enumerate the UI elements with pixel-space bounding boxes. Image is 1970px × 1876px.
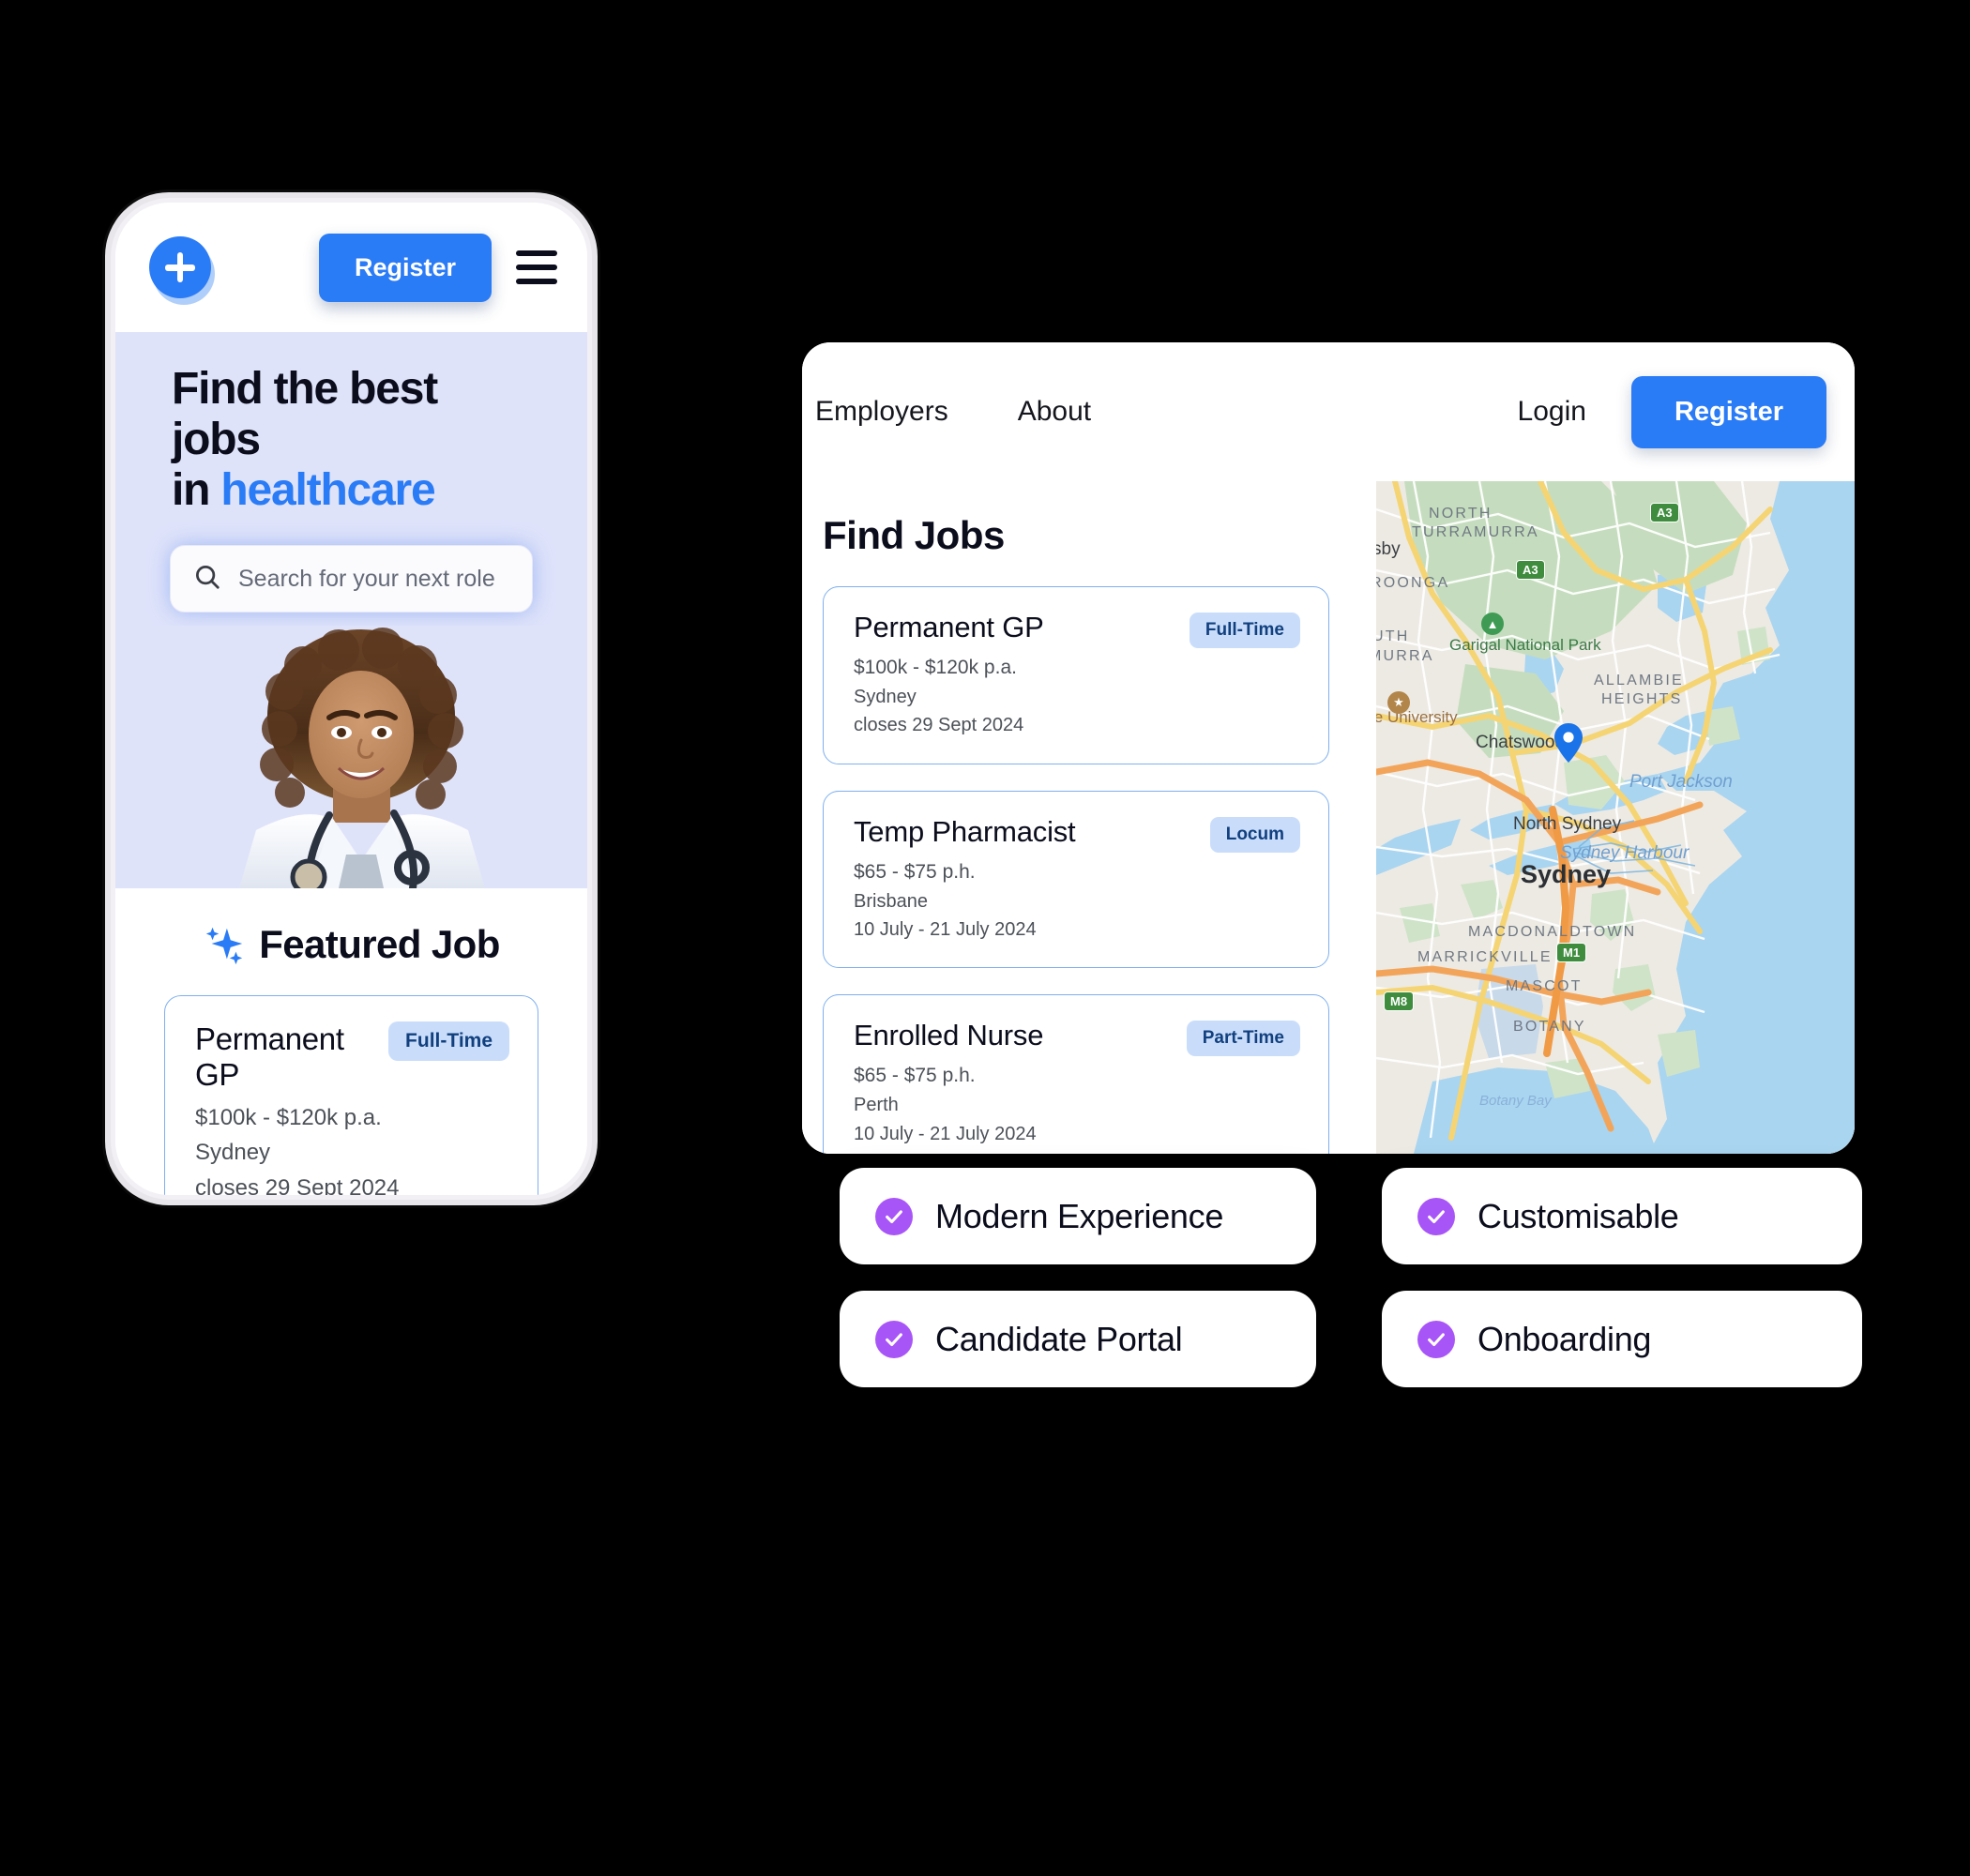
map-poi-park-icon: ▲ [1481,613,1504,635]
find-jobs-heading: Find Jobs [823,513,1005,557]
check-circle-icon [1417,1320,1455,1358]
job-salary: $65 - $75 p.h. [854,1065,976,1087]
hamburger-menu-icon[interactable] [516,250,557,284]
job-type-badge: Locum [1209,816,1300,853]
find-jobs-pane: Find Jobs Permanent GP Full-Time $100k -… [802,481,1376,1154]
job-type-badge: Full-Time [1189,613,1300,648]
browser-content: Find Jobs Permanent GP Full-Time $100k -… [802,481,1855,1154]
search-wrapper: Search for your next role [115,545,587,613]
mobile-hero: Find the best jobs in healthcare Search … [115,332,587,896]
job-location: Brisbane [854,890,928,912]
nav-link-about[interactable]: About [1018,396,1091,428]
map-poi-university-icon: ★ [1387,691,1410,714]
doctor-photo [115,626,587,896]
check-circle-icon [875,1197,913,1235]
mobile-navbar: Register [115,203,587,332]
featured-job-section: Featured Job Permanent GP Full-Time $100… [115,888,587,1195]
featured-job-title: Featured Job [259,922,500,967]
featured-job-badge: Full-Time [388,1021,509,1062]
phone-screen: Register Find the best jobs in healthcar… [115,203,587,1195]
register-button-mobile[interactable]: Register [318,233,492,302]
featured-job-salary: $100k - $120k p.a. [195,1105,382,1131]
feature-pill-label: Onboarding [1478,1319,1652,1358]
desktop-nav-links: Employers About [802,396,1091,428]
desktop-browser-panel: Employers About Login Register Find Jobs… [802,342,1855,1154]
login-link[interactable]: Login [1518,396,1586,428]
feature-pill-candidate-portal[interactable]: Candidate Portal [840,1291,1316,1387]
job-location: Perth [854,1095,899,1116]
nav-link-employers[interactable]: Employers [815,396,948,428]
job-card[interactable]: Enrolled Nurse Part-Time $65 - $75 p.h. … [823,994,1329,1154]
search-placeholder-text: Search for your next role [238,565,495,592]
sparkles-icon [203,923,246,966]
featured-job-header: Featured Job [115,922,587,967]
job-card[interactable]: Permanent GP Full-Time $100k - $120k p.a… [823,586,1329,764]
screenshot-stage: Employers About Login Register Find Jobs… [0,0,1970,1876]
check-circle-icon [875,1320,913,1358]
job-meta: $65 - $75 p.h. Brisbane 10 July - 21 Jul… [854,857,1300,945]
search-input[interactable]: Search for your next role [170,545,533,613]
feature-pill-label: Candidate Portal [935,1319,1183,1358]
job-location: Sydney [854,686,917,707]
job-dates: 10 July - 21 July 2024 [854,1123,1037,1144]
feature-pill-customisable[interactable]: Customisable [1382,1168,1862,1264]
job-type-badge: Part-Time [1186,1021,1300,1057]
job-meta: $65 - $75 p.h. Perth 10 July - 21 July 2… [854,1061,1300,1148]
desktop-nav-actions: Login Register [1518,375,1826,448]
featured-job-location: Sydney [195,1140,271,1166]
location-pin-icon[interactable] [1554,723,1583,763]
hero-heading-line2-prefix: in [172,464,221,515]
jobs-map[interactable]: NORTH TURRAMURRA sby ROONGA UTH MURRA Ga… [1376,481,1855,1154]
feature-pill-label: Modern Experience [935,1196,1224,1235]
featured-job-meta: $100k - $120k p.a. Sydney closes 29 Sept… [195,1100,509,1195]
map-shield-a3: A3 [1516,560,1545,580]
map-shield-m8: M8 [1384,991,1415,1011]
feature-pill-onboarding[interactable]: Onboarding [1382,1291,1862,1387]
job-card[interactable]: Temp Pharmacist Locum $65 - $75 p.h. Bri… [823,790,1329,969]
job-dates: closes 29 Sept 2024 [854,715,1024,736]
featured-job-card[interactable]: Permanent GP Full-Time $100k - $120k p.a… [164,995,538,1195]
job-title: Temp Pharmacist [854,814,1076,848]
map-canvas [1376,481,1855,1154]
featured-job-dates: closes 29 Sept 2024 [195,1174,400,1195]
hero-heading-line1: Find the best jobs [172,364,438,464]
map-shield-a3-north: A3 [1650,503,1679,522]
featured-job-role: Permanent GP [195,1021,344,1093]
phone-bezel: Register Find the best jobs in healthcar… [111,198,592,1200]
feature-pill-label: Customisable [1478,1196,1679,1235]
feature-pills: Modern Experience Customisable Candidate… [840,1168,1862,1387]
map-shield-m1: M1 [1556,943,1587,962]
mobile-phone-mockup: Register Find the best jobs in healthcar… [105,192,598,1205]
desktop-navbar: Employers About Login Register [802,342,1855,481]
job-salary: $100k - $120k p.a. [854,657,1017,678]
check-circle-icon [1417,1197,1455,1235]
job-dates: 10 July - 21 July 2024 [854,918,1037,940]
job-title: Enrolled Nurse [854,1019,1044,1052]
feature-pill-modern-experience[interactable]: Modern Experience [840,1168,1316,1264]
hero-heading-highlight: healthcare [220,464,435,515]
register-button-desktop[interactable]: Register [1630,375,1826,448]
plus-icon[interactable] [149,236,211,298]
hero-heading: Find the best jobs in healthcare [115,364,587,515]
search-icon [193,563,221,596]
job-salary: $65 - $75 p.h. [854,860,976,883]
job-title: Permanent GP [854,611,1044,643]
job-meta: $100k - $120k p.a. Sydney closes 29 Sept… [854,653,1300,740]
